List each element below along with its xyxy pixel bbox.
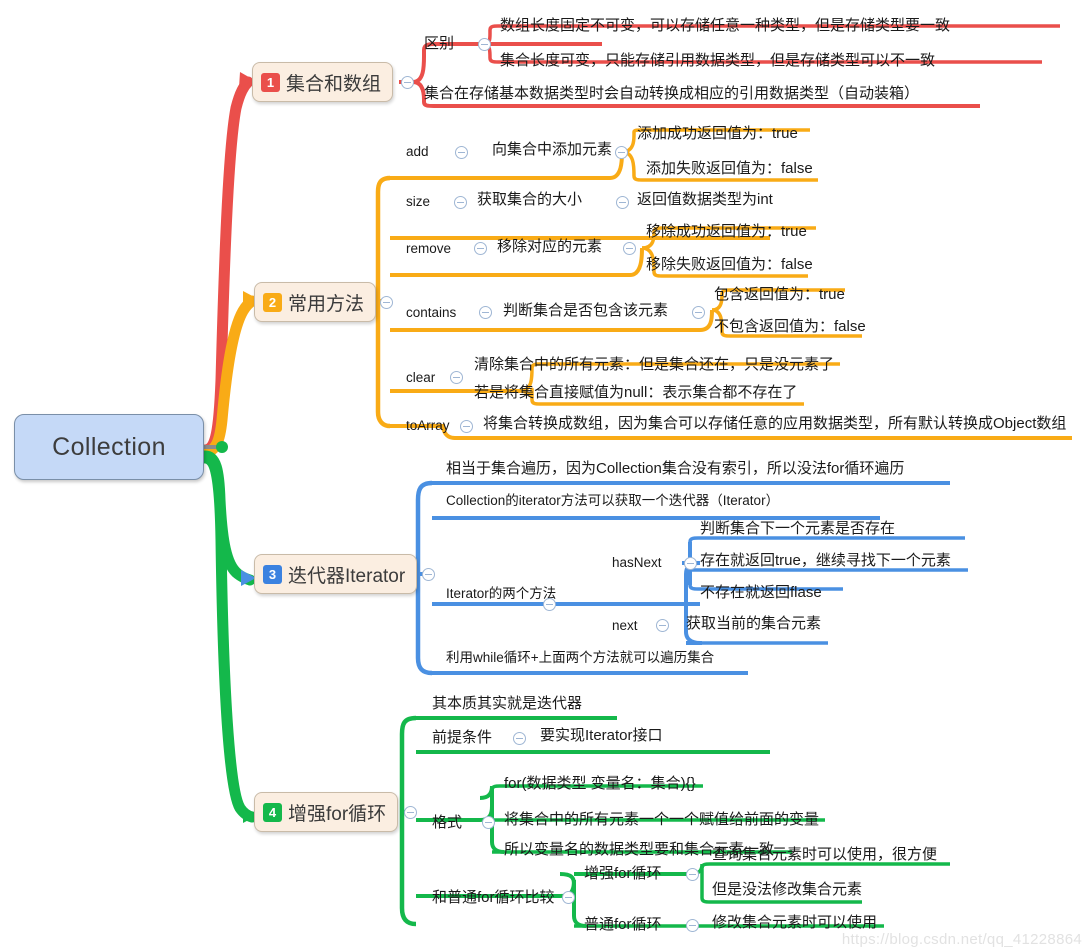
topic-b2-add: add (406, 144, 429, 159)
topic-b2-contains-true: 包含返回值为：true (714, 286, 845, 303)
collapse-toggle-b2-toarray[interactable] (460, 420, 473, 433)
topic-b2-remove-desc: 移除对应的元素 (497, 238, 603, 255)
topic-b3-hasnext-c: 不存在就返回flase (700, 584, 822, 601)
topic-b1-autoboxing: 集合在存储基本数据类型时会自动转换成相应的引用数据类型（自动装箱） (424, 85, 920, 102)
topic-b4-format: 格式 (432, 814, 463, 831)
topic-b4-precondition: 前提条件 (432, 729, 493, 746)
topic-b2-contains-desc: 判断集合是否包含该元素 (503, 302, 669, 319)
link-b4-ef-a (700, 862, 950, 869)
branch-node-4[interactable]: 4 增强for循环 (254, 792, 399, 832)
topic-b4-enhanced-b: 但是没法修改集合元素 (712, 881, 863, 898)
collapse-toggle-b2-size-desc[interactable] (616, 196, 629, 209)
branch-badge-2: 2 (263, 292, 282, 312)
topic-b3-hasnext-a: 判断集合下一个元素是否存在 (700, 520, 896, 537)
topic-b4-enhanced-for: 增强for循环 (584, 865, 662, 882)
trunk-branch-2 (199, 295, 258, 458)
collapse-toggle-b2-remove[interactable] (474, 242, 487, 255)
topic-b4-compare: 和普通for循环比较 (432, 889, 555, 906)
topic-b2-clear-desc1: 清除集合中的所有元素：但是集合还在，只是没元素了 (474, 356, 835, 373)
root-stub-dot (216, 441, 228, 453)
collapse-toggle-b4-normal-for[interactable] (686, 919, 699, 932)
topic-b3-hasnext: hasNext (612, 555, 662, 570)
collapse-toggle-branch-1[interactable] (401, 76, 414, 89)
branch-badge-1: 1 (261, 72, 280, 92)
watermark: https://blog.csdn.net/qq_41228864 (841, 931, 1082, 948)
collapse-toggle-branch-2[interactable] (380, 296, 393, 309)
topic-b2-add-true: 添加成功返回值为：true (637, 125, 798, 142)
topic-b2-toarray-desc: 将集合转换成数组，因为集合可以存储任意的应用数据类型，所有默认转换成Object… (483, 415, 1067, 432)
topic-b3-while: 利用while循环+上面两个方法就可以遍历集合 (446, 650, 715, 665)
topic-b2-add-false: 添加失败返回值为：false (646, 160, 813, 177)
topic-b3-next: next (612, 618, 638, 633)
collapse-toggle-branch-3[interactable] (422, 568, 435, 581)
root-label: Collection (52, 432, 166, 461)
topic-b3-iterator-method: Collection的iterator方法可以获取一个迭代器（Iterator） (446, 493, 780, 508)
topic-b2-clear: clear (406, 370, 436, 385)
branch-badge-3: 3 (263, 564, 282, 584)
topic-b2-toarray: toArray (406, 418, 450, 433)
topic-b1-distinction: 区别 (424, 35, 455, 52)
collapse-toggle-b4-compare[interactable] (562, 891, 575, 904)
collapse-toggle-b3-next[interactable] (656, 619, 669, 632)
topic-b4-format-a: for(数据类型 变量名：集合){} (504, 775, 696, 792)
branch-label-3: 迭代器Iterator (288, 565, 406, 587)
topic-b2-size: size (406, 194, 431, 209)
topic-b2-size-int: 返回值数据类型为int (637, 191, 773, 208)
trunk-branch-3 (199, 450, 256, 586)
topic-b2-add-desc: 向集合中添加元素 (492, 141, 613, 158)
mindmap-canvas: Collection 1 集合和数组 区别 数组长度固定不可变，可以存储任意一种… (0, 0, 1086, 952)
link-b4-spine (399, 715, 417, 927)
topic-b2-clear-desc2: 若是将集合直接赋值为null：表示集合都不存在了 (474, 384, 798, 401)
topic-b4-essence: 其本质其实就是迭代器 (432, 695, 583, 712)
branch-node-3[interactable]: 3 迭代器Iterator (254, 554, 418, 594)
topic-b4-enhanced-a: 查询集合元素时可以使用，很方便 (712, 846, 938, 863)
branch-label-2: 常用方法 (288, 293, 365, 315)
branch-label-4: 增强for循环 (288, 803, 387, 825)
topic-b3-traverse: 相当于集合遍历，因为Collection集合没有索引，所以没法for循环遍历 (446, 460, 905, 477)
topic-b3-hasnext-b: 存在就返回true，继续寻找下一个元素 (700, 552, 951, 569)
trunk-branch-4 (199, 452, 258, 823)
branch-badge-4: 4 (263, 802, 282, 822)
topic-b4-normal-desc: 修改集合元素时可以使用 (712, 914, 878, 931)
topic-b4-format-b: 将集合中的所有元素一个一个赋值给前面的变量 (504, 811, 820, 828)
collapse-toggle-branch-4[interactable] (404, 806, 417, 819)
topic-b3-two-methods: Iterator的两个方法 (446, 586, 557, 601)
collapse-toggle-b2-add[interactable] (455, 146, 468, 159)
branch-label-1: 集合和数组 (286, 73, 382, 95)
topic-b4-normal-for: 普通for循环 (584, 916, 662, 933)
collapse-toggle-b2-add-desc[interactable] (615, 146, 628, 159)
collapse-toggle-b2-contains[interactable] (479, 306, 492, 319)
topic-b2-size-desc: 获取集合的大小 (477, 191, 583, 208)
topic-b4-precondition-desc: 要实现Iterator接口 (540, 727, 663, 744)
topic-b1-collection-desc: 集合长度可变，只能存储引用数据类型，但是存储类型可以不一致 (500, 52, 936, 69)
topic-b2-remove-true: 移除成功返回值为：true (646, 223, 807, 240)
collapse-toggle-b2-contains-desc[interactable] (692, 306, 705, 319)
collapse-toggle-b1-distinction[interactable] (478, 38, 491, 51)
topic-b2-contains-false: 不包含返回值为：false (714, 318, 866, 335)
topic-b1-array-desc: 数组长度固定不可变，可以存储任意一种类型，但是存储类型要一致 (500, 17, 951, 34)
collapse-toggle-b4-enhanced-for[interactable] (686, 868, 699, 881)
branch-node-1[interactable]: 1 集合和数组 (252, 62, 394, 102)
collapse-toggle-b2-clear[interactable] (450, 371, 463, 384)
link-b3-hn-a (688, 536, 965, 543)
collapse-toggle-b3-two-methods[interactable] (543, 598, 556, 611)
collapse-toggle-b2-size[interactable] (454, 196, 467, 209)
collapse-toggle-b3-hasnext[interactable] (684, 557, 697, 570)
collapse-toggle-b2-remove-desc[interactable] (623, 242, 636, 255)
root-node[interactable]: Collection (14, 414, 204, 480)
trunk-branch-1 (199, 76, 254, 456)
topic-b2-remove-false: 移除失败返回值为：false (646, 256, 813, 273)
topic-b3-next-desc: 获取当前的集合元素 (686, 615, 822, 632)
collapse-toggle-b4-format[interactable] (482, 816, 495, 829)
topic-b2-contains: contains (406, 305, 457, 320)
branch-node-2[interactable]: 2 常用方法 (254, 282, 377, 322)
topic-b2-remove: remove (406, 241, 452, 256)
collapse-toggle-b4-precondition[interactable] (513, 732, 526, 745)
